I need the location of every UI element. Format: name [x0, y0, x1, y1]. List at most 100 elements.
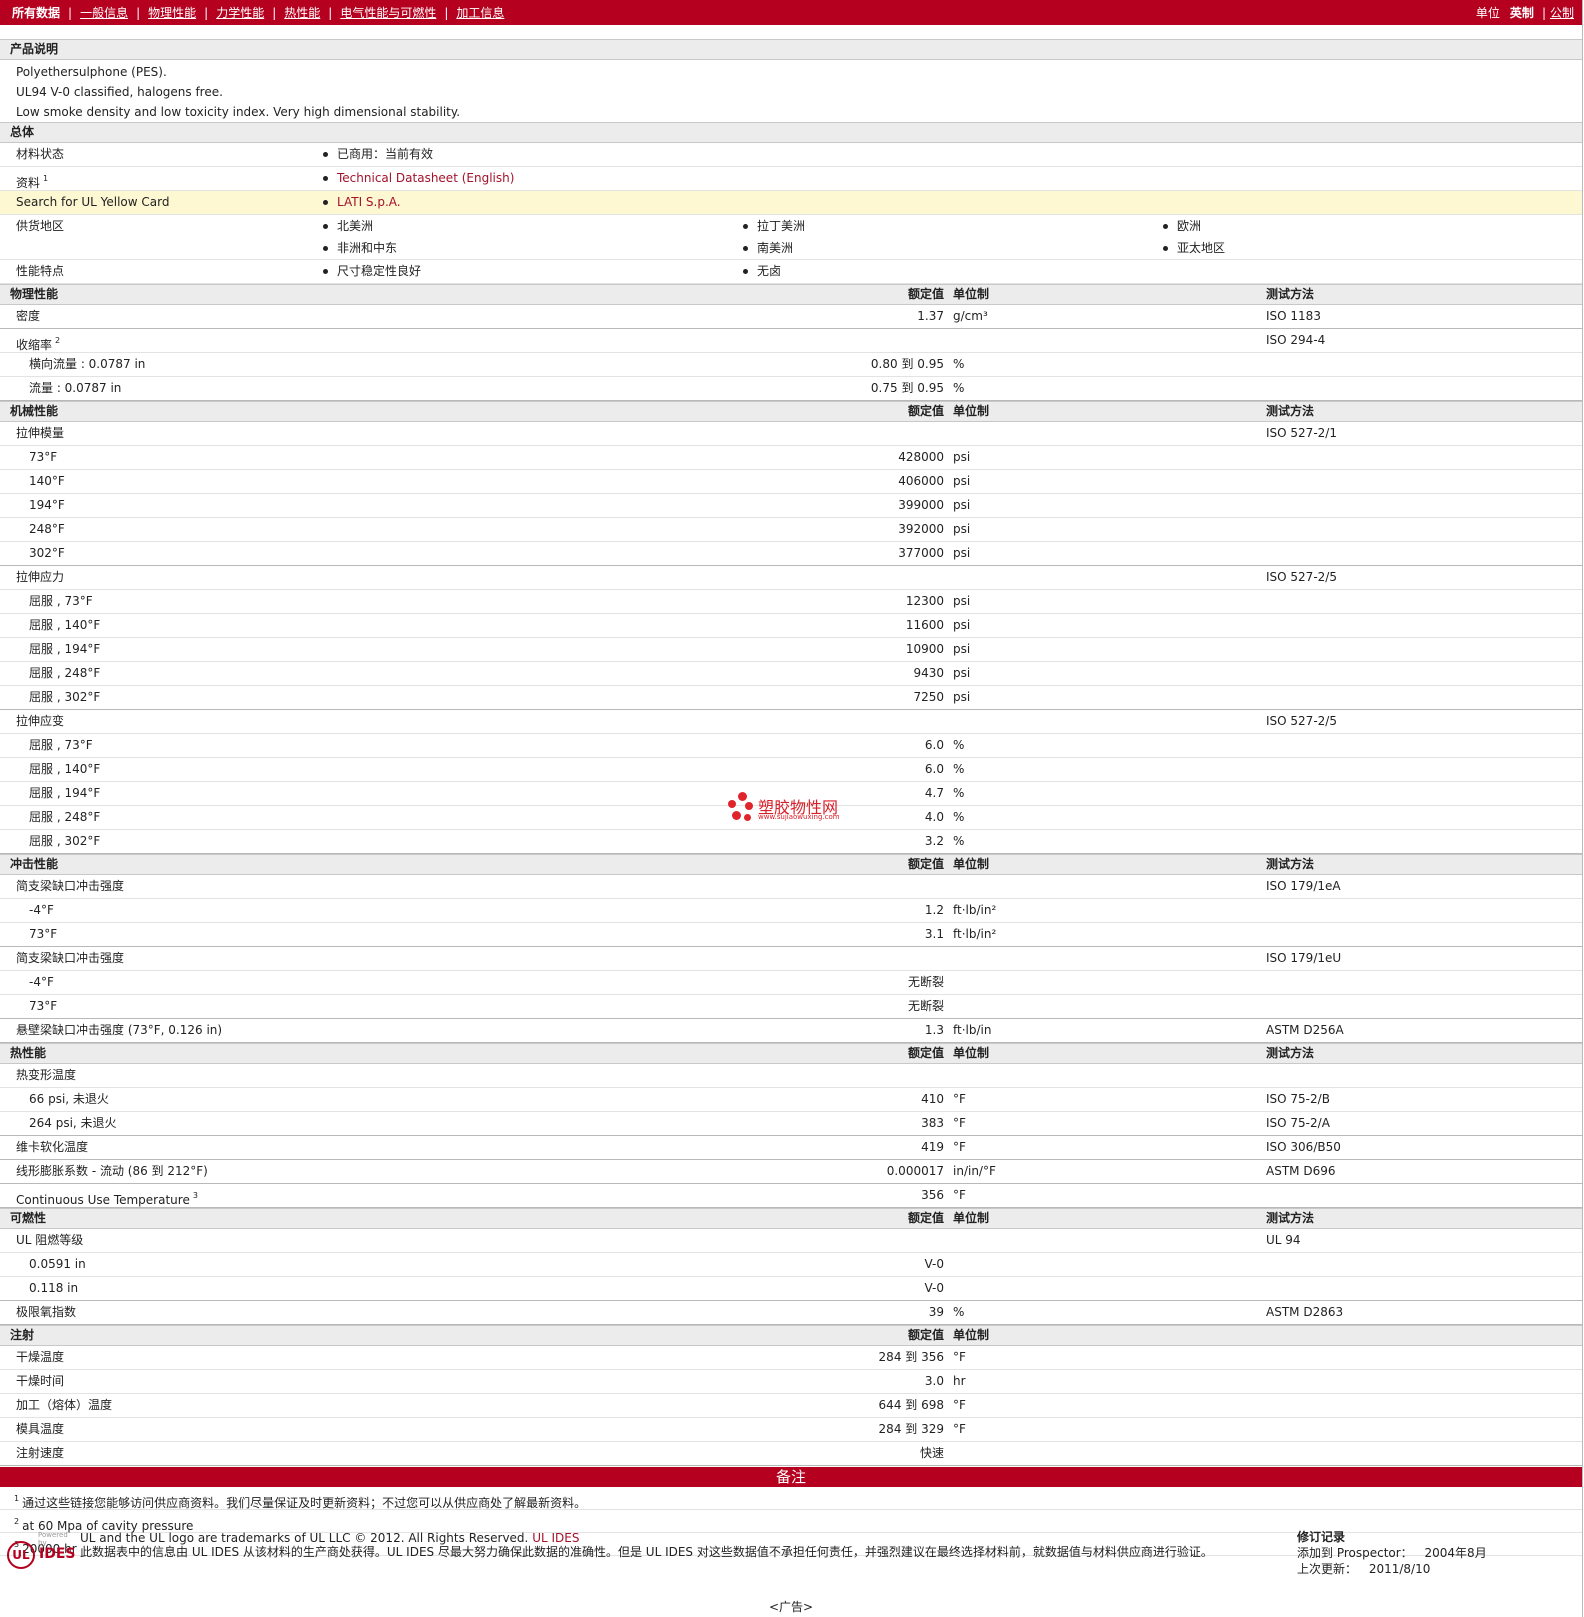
nav-all-data[interactable]: 所有数据 [12, 4, 60, 21]
ul-ides-link[interactable]: UL IDES [532, 1531, 579, 1545]
section-title: 机械性能 [10, 404, 59, 418]
prop-text: 140°F [29, 474, 65, 488]
prop-value: 9430 [913, 666, 944, 680]
prop-value: 356 [921, 1188, 944, 1202]
prop-unit: psi [953, 690, 971, 704]
prop-value: 6.0 [924, 762, 944, 776]
footnote-ref[interactable]: 3 [193, 1191, 198, 1200]
region-label: 欧洲 [1177, 219, 1202, 233]
prop-text: 干燥时间 [16, 1374, 65, 1388]
prop-text: 屈服 , 73°F [29, 594, 93, 608]
docs-label: 资料 [16, 176, 41, 190]
prop-unit: % [953, 1305, 965, 1319]
nav-physical[interactable]: 物理性能 [148, 4, 196, 21]
supplier-link[interactable]: LATI S.p.A. [337, 195, 401, 209]
nav-thermal[interactable]: 热性能 [284, 4, 320, 21]
prop-label: 简支梁缺口冲击强度 [16, 947, 124, 970]
prop-label: 材料状态 [16, 147, 65, 161]
prop-value: 284 到 329 [878, 1422, 944, 1436]
test-method: ISO 527-2/5 [1266, 570, 1337, 584]
prop-text: 194°F [29, 498, 65, 512]
nav-separator: | [68, 5, 73, 20]
prop-label: 极限氧指数 [16, 1301, 76, 1324]
region-item: 拉丁美洲 [743, 215, 805, 238]
bullet-icon [743, 269, 748, 274]
table-row: 简支梁缺口冲击强度 ISO 179/1eA [0, 875, 1582, 899]
unit-english[interactable]: 英制 [1510, 4, 1534, 21]
prop-label: 73°F [29, 995, 57, 1018]
prop-text: 0.0591 in [29, 1257, 86, 1271]
prop-value: 284 到 356 [878, 1350, 944, 1364]
prop-label: 拉伸应变 [16, 710, 64, 733]
table-row: 加工（熔体）温度 644 到 698 °F [0, 1394, 1582, 1418]
prop-text: 线形膨胀系数 - 流动 (86 到 212°F) [16, 1164, 208, 1178]
prop-label: 性能特点 [16, 264, 65, 278]
prop-unit: % [953, 810, 965, 824]
table-row: 热变形温度 [0, 1064, 1582, 1088]
region-label: 亚太地区 [1177, 241, 1226, 255]
table-row: 拉伸应力 ISO 527-2/5 [0, 566, 1582, 590]
nav-processing[interactable]: 加工信息 [456, 4, 504, 21]
table-row: 73°F 无断裂 [0, 995, 1582, 1019]
table-row: 屈服 , 140°F 6.0% [0, 758, 1582, 782]
prop-text: 248°F [29, 522, 65, 536]
prop-label: 拉伸应力 [16, 566, 64, 589]
section-title: 可燃性 [10, 1211, 47, 1225]
section-description: 产品说明 [0, 39, 1582, 60]
prop-value: 406000 [898, 474, 944, 488]
prop-text: Continuous Use Temperature [16, 1193, 190, 1207]
prop-value: 6.0 [924, 738, 944, 752]
region-label: 南美洲 [757, 241, 794, 255]
trademark-text: UL and the UL logo are trademarks of UL … [80, 1531, 529, 1545]
test-method: ISO 527-2/5 [1266, 714, 1337, 728]
prop-unit: °F [953, 1116, 966, 1130]
table-row: 248°F 392000 psi [0, 518, 1582, 542]
nav-mechanical[interactable]: 力学性能 [216, 4, 264, 21]
prop-text: 收缩率 [16, 338, 53, 352]
nav-separator: | [204, 5, 209, 20]
prop-unit: ft·lb/in² [953, 903, 997, 917]
datasheet-link[interactable]: Technical Datasheet (English) [337, 171, 514, 185]
powered-by-label: Powered by [38, 1531, 68, 1547]
prop-label: 73°F [29, 923, 57, 946]
prop-text: 66 psi, 未退火 [29, 1092, 109, 1106]
prop-text: 注射速度 [16, 1446, 65, 1460]
description-line: Low smoke density and low toxicity index… [16, 105, 461, 119]
prop-unit: % [953, 738, 965, 752]
header-value: 额定值 [907, 857, 944, 871]
row-documents: 资料 1 Technical Datasheet (English) [0, 167, 1582, 191]
prop-text: 屈服 , 140°F [29, 618, 101, 632]
test-method: ISO 75-2/B [1266, 1092, 1330, 1106]
ul-ides-logo[interactable]: UL Powered by IDES [5, 1531, 75, 1571]
ides-logo-text: IDES [39, 1546, 76, 1562]
prop-label: 加工（熔体）温度 [16, 1394, 112, 1417]
prop-text: 屈服 , 194°F [29, 786, 101, 800]
prop-value: 0.75 到 0.95 [870, 381, 944, 395]
test-method: ISO 179/1eA [1266, 879, 1341, 893]
bullet-icon [1163, 224, 1168, 229]
footnote-ref[interactable]: 2 [55, 336, 60, 345]
header-test-method: 测试方法 [1266, 857, 1315, 871]
nav-general-info[interactable]: 一般信息 [80, 4, 128, 21]
prop-label: 流量 : 0.0787 in [29, 377, 121, 400]
region-item: 欧洲 [1163, 215, 1201, 238]
table-row: 302°F 377000 psi [0, 542, 1582, 566]
nav-electrical-flammability[interactable]: 电气性能与可燃性 [340, 4, 436, 21]
unit-metric[interactable]: 公制 [1550, 4, 1574, 21]
prop-label: 屈服 , 73°F [29, 734, 93, 757]
ad-placeholder[interactable]: <广告> [0, 1598, 1582, 1615]
bullet-icon [1163, 246, 1168, 251]
prop-unit: in/in/°F [953, 1164, 996, 1178]
units-label: 单位 [1475, 6, 1500, 20]
prop-unit: % [953, 381, 965, 395]
prop-value: 1.37 [917, 309, 944, 323]
prop-label: -4°F [29, 899, 54, 922]
prop-value: 11600 [905, 618, 944, 632]
section-physical: 物理性能 额定值 单位制 测试方法 [0, 284, 1582, 305]
yellow-card-search[interactable]: Search for UL Yellow Card [16, 191, 169, 214]
table-row: 屈服 , 248°F 9430 psi [0, 662, 1582, 686]
prop-value: 392000 [898, 522, 944, 536]
footnote-ref[interactable]: 1 [43, 174, 48, 183]
table-row: -4°F 无断裂 [0, 971, 1582, 995]
prop-label: 屈服 , 73°F [29, 590, 93, 613]
